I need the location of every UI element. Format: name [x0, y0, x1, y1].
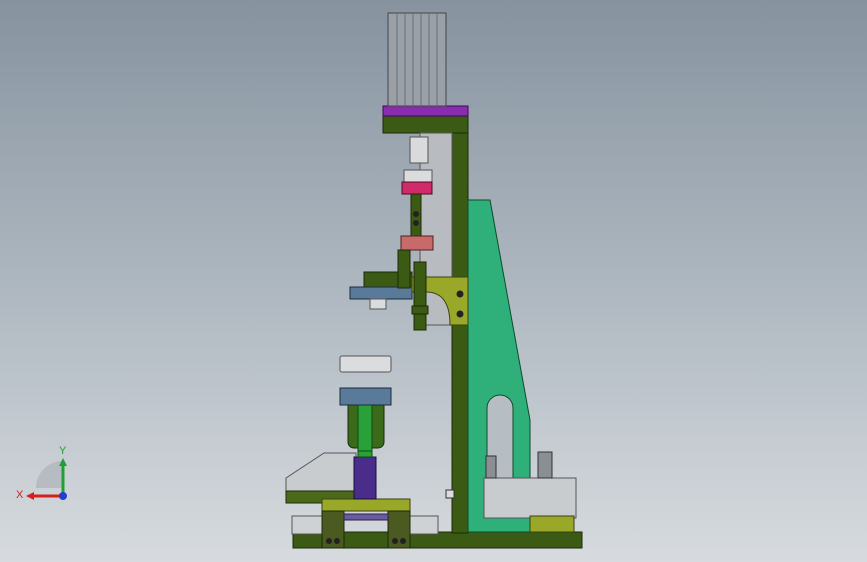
screw-icon — [413, 220, 419, 226]
upper-frame-arm — [382, 115, 469, 134]
left-gray-base-block — [291, 515, 323, 535]
bolt-icon — [392, 538, 398, 544]
yellow-fixture-plate — [321, 498, 411, 512]
screw-icon — [413, 211, 419, 217]
magenta-block-body — [401, 181, 433, 195]
right-yellow-block — [529, 515, 575, 533]
fixture-crossbar — [343, 513, 389, 521]
x-arrowhead-icon — [26, 492, 34, 500]
axis-triad: X Y — [16, 445, 67, 501]
fixture-leg-left — [321, 510, 345, 549]
z-axis-dot — [59, 492, 67, 500]
triad-arc-shading — [36, 461, 63, 488]
coupling — [409, 136, 429, 164]
fixture-leg-right — [387, 510, 411, 549]
bracket-bolt-icon — [456, 310, 464, 318]
salmon-block — [400, 235, 434, 251]
left-bracket-fitting — [369, 298, 387, 310]
main-vertical-column — [451, 118, 469, 534]
small-bolt — [445, 489, 455, 499]
spindle-collar — [411, 305, 429, 315]
x-axis-label: X — [16, 489, 24, 501]
spindle-shaft — [413, 261, 427, 331]
machine-assembly-side-view — [285, 12, 583, 549]
bolt-icon — [326, 538, 332, 544]
blue-clamp-block — [339, 387, 392, 406]
servo-motor — [387, 12, 447, 107]
cad-viewport[interactable]: X Y — [0, 0, 867, 562]
purple-cylinder — [353, 456, 377, 500]
bolt-icon — [400, 538, 406, 544]
magenta-block — [403, 169, 433, 183]
bolt-icon — [334, 538, 340, 544]
right-small-fitting — [537, 451, 553, 479]
right-gray-housing — [483, 477, 577, 519]
left-bracket-arm-tip — [349, 286, 413, 300]
green-plunger-inner — [357, 404, 373, 452]
gray-cap-block — [339, 355, 392, 373]
right-small-fitting-2 — [485, 455, 497, 479]
motor-mount-plate — [382, 105, 469, 117]
bracket-bolt-icon — [456, 290, 464, 298]
left-bracket-vertical — [397, 249, 411, 289]
y-axis-label: Y — [59, 445, 67, 457]
